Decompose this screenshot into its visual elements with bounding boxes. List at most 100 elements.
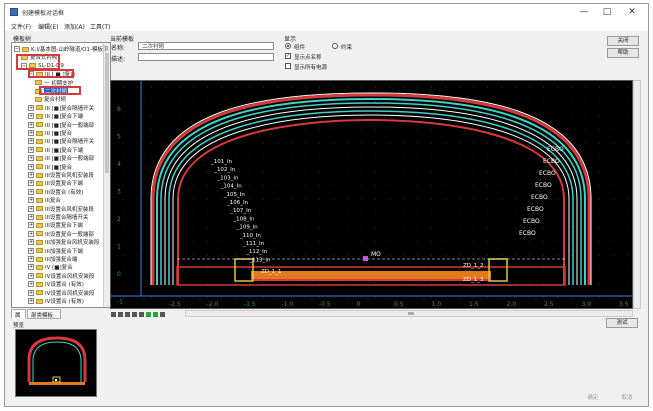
expand-icon[interactable]: + — [28, 230, 34, 237]
tree-item[interactable]: + III设置合风机安装段 — [28, 205, 94, 213]
grid-dot — [389, 241, 390, 242]
checkbox-point-names[interactable]: ✓ — [285, 53, 291, 59]
tree-item[interactable]: 复合衬砌 — [35, 95, 66, 103]
help-button[interactable]: 帮助 — [607, 48, 639, 58]
tree-item[interactable]: + III加强复合风机安装段 — [28, 238, 99, 246]
move-tool-icon[interactable] — [111, 312, 116, 317]
tree-item[interactable]: + IV设置合 (有效) — [28, 297, 84, 305]
grid-dot — [515, 199, 516, 200]
canvas-horizontal-scrollbar[interactable] — [185, 310, 633, 317]
expand-icon[interactable]: + — [28, 205, 34, 212]
maximize-button[interactable]: □ — [597, 5, 617, 19]
expand-icon[interactable]: + — [28, 281, 34, 288]
tree-item[interactable]: + III [■]复合 — [28, 163, 72, 171]
fit-tool-icon[interactable] — [139, 312, 144, 317]
expand-icon[interactable]: + — [28, 239, 34, 246]
test-button[interactable]: 测试 — [606, 318, 638, 328]
grid-tool-icon[interactable] — [160, 312, 165, 317]
expand-icon[interactable]: + — [28, 180, 34, 187]
tree-item[interactable]: + IV [■]复合 — [28, 263, 73, 271]
expand-icon[interactable]: + — [28, 197, 34, 204]
grid-dot — [221, 157, 222, 158]
expand-icon[interactable]: + — [28, 188, 34, 195]
tree-item[interactable]: + III [■]复合 — [28, 129, 72, 137]
add-line-tool-icon[interactable] — [153, 312, 158, 317]
cancel-button[interactable]: 取消 — [611, 393, 643, 403]
grid-dot — [123, 269, 124, 270]
tree-item[interactable]: + III加强复合下端 — [28, 247, 83, 255]
minimize-button[interactable]: — — [574, 5, 594, 19]
tree-item[interactable]: + III加强复合端 — [28, 255, 77, 263]
tree-scroll-thumb[interactable] — [105, 53, 109, 173]
description-input[interactable] — [138, 53, 274, 61]
tree-item[interactable]: + III设置复合一般端部 — [28, 230, 94, 238]
tree-item[interactable]: + III设置合风机安装段 — [28, 171, 94, 179]
expand-icon[interactable]: + — [28, 247, 34, 254]
expand-icon[interactable]: + — [28, 172, 34, 178]
expand-icon[interactable]: + — [28, 289, 34, 296]
radio-component[interactable] — [285, 43, 291, 49]
radio-constraint[interactable] — [332, 43, 338, 49]
expand-icon[interactable]: + — [28, 272, 34, 279]
menu-file[interactable]: 文件(F) — [11, 22, 31, 31]
close-button[interactable]: 关闭 — [607, 36, 639, 46]
tree-item[interactable]: + IV设置合风机安装段 — [28, 272, 94, 280]
grid-dot — [277, 199, 278, 200]
tree-item[interactable]: + III [■]复合下端 — [28, 146, 83, 154]
expand-icon[interactable]: + — [28, 298, 34, 304]
tab-properties[interactable]: 属 — [11, 309, 26, 319]
tab-template-library[interactable]: 部类模板 — [27, 309, 61, 319]
grid-dot — [613, 269, 614, 270]
tree-item[interactable]: − K.I/基本图-山岭隧道/O1-模板ㄗ — [14, 45, 108, 53]
expand-icon[interactable]: + — [28, 138, 34, 145]
grid-dot — [235, 297, 236, 298]
name-input[interactable] — [138, 42, 274, 50]
expand-icon[interactable]: + — [28, 163, 34, 170]
expand-icon[interactable]: + — [28, 214, 34, 220]
folder-icon — [36, 298, 43, 304]
point-label: _105_In — [223, 192, 246, 198]
tree-item[interactable]: + IV设置合风机安装段 — [28, 289, 94, 297]
checkbox-all-points[interactable] — [285, 63, 291, 69]
tree-item[interactable]: + III [■]复合一般端部 — [28, 121, 94, 129]
menu-edit[interactable]: 编辑(E) — [38, 22, 58, 31]
tree-scrollbar[interactable] — [103, 43, 110, 307]
zoom-tool-icon[interactable] — [125, 312, 130, 317]
tree-item[interactable]: + III设置合隔墙开关 — [28, 213, 88, 221]
expand-icon[interactable]: + — [28, 130, 34, 136]
select-tool-icon[interactable] — [118, 312, 123, 317]
expand-icon[interactable]: + — [28, 155, 34, 162]
pan-tool-icon[interactable] — [132, 312, 137, 317]
close-window-button[interactable]: ✕ — [622, 5, 642, 19]
expand-icon[interactable]: + — [28, 222, 34, 229]
expand-icon[interactable]: + — [28, 121, 34, 128]
menu-add[interactable]: 添加(A) — [64, 22, 85, 31]
expand-icon[interactable]: + — [28, 264, 34, 271]
confirm-button[interactable]: 确定 — [577, 393, 609, 403]
grid-dot — [263, 171, 264, 172]
tree-item[interactable]: + III设置复合下端 — [28, 221, 83, 229]
tree-item[interactable]: + III设置复合下端 — [28, 179, 83, 187]
folder-icon — [36, 138, 43, 144]
canvas-vertical-scrollbar[interactable] — [633, 80, 641, 309]
expand-icon[interactable]: + — [28, 256, 34, 262]
collapse-icon[interactable]: − — [14, 46, 20, 52]
tree-item[interactable]: + III [■]复合下端 — [28, 112, 83, 120]
tree-item[interactable]: + III [■]复合隔墙开关 — [28, 137, 94, 145]
tree-item[interactable]: + III复合 — [28, 196, 61, 204]
tree-item[interactable]: + III设置合 (有效) — [28, 188, 83, 196]
tree-item[interactable]: + IV设置合 (有效) — [28, 280, 84, 288]
grid-dot — [627, 241, 628, 242]
tree-item[interactable]: + III [■]复合隔墙开关 — [28, 104, 94, 112]
template-tree[interactable]: − K.I/基本图-山岭隧道/O1-模板ㄗ 复合式衬砌 − SL-D1-D9− III [… — [11, 42, 111, 308]
menu-tools[interactable]: 工具(T) — [90, 22, 110, 31]
tree-item[interactable]: + III [■]复合一般端部 — [28, 154, 94, 162]
expand-icon[interactable]: + — [28, 146, 34, 153]
expand-icon[interactable]: + — [28, 104, 34, 111]
x-tick-label: -1.0 — [282, 301, 294, 308]
expand-icon[interactable]: + — [28, 113, 34, 120]
canvas-hscroll-thumb[interactable] — [408, 312, 414, 315]
add-point-tool-icon[interactable] — [146, 312, 151, 317]
grid-dot — [193, 283, 194, 284]
template-canvas[interactable]: 6 5 4 3 2 1 0 -1 -2.5 -2.0 -1.5 -1.0 -0.5 0 0.5 1.0 1.5 2… — [110, 80, 633, 309]
